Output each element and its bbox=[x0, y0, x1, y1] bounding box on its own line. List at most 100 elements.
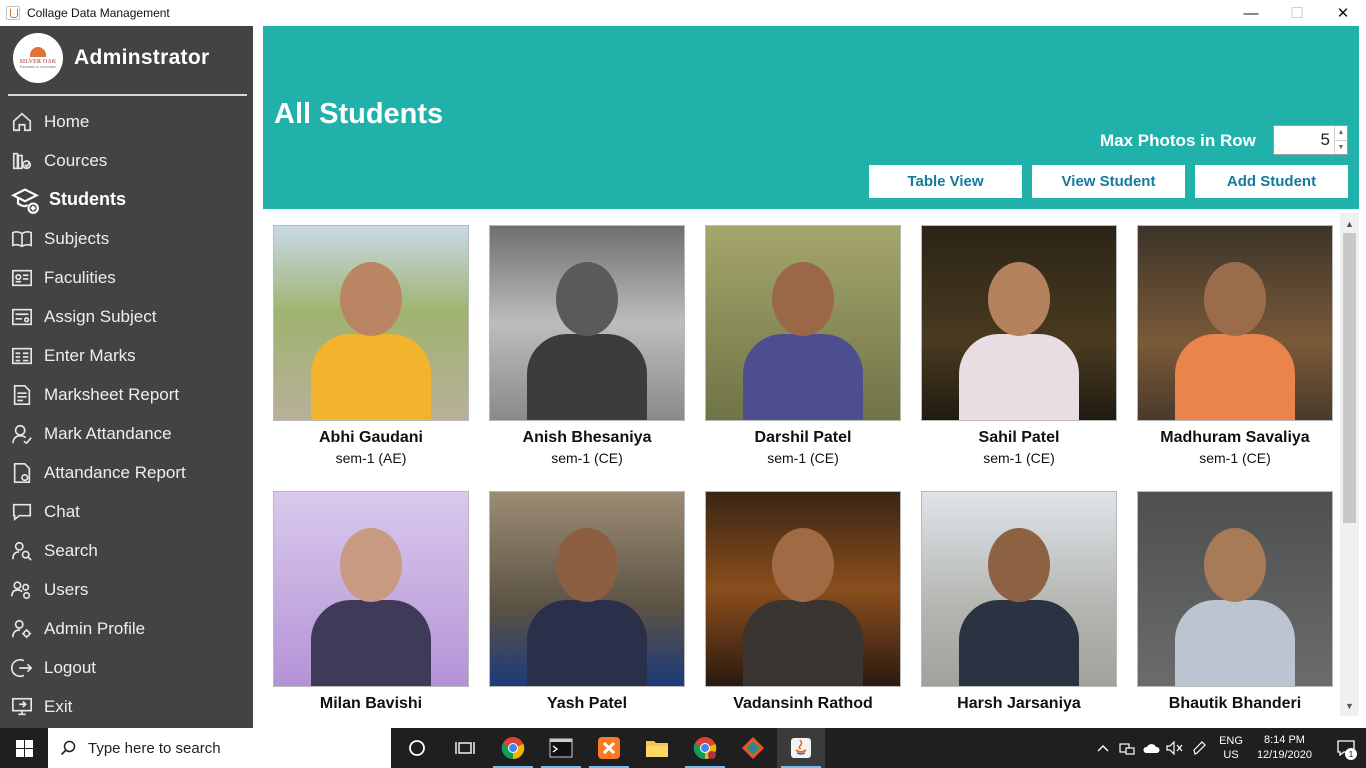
file-explorer-icon[interactable] bbox=[633, 728, 681, 768]
books-icon bbox=[10, 149, 34, 173]
view-student-button[interactable]: View Student bbox=[1032, 165, 1185, 198]
max-photos-spinner[interactable]: 5 ▲ ▼ bbox=[1273, 125, 1348, 155]
student-photo[interactable] bbox=[1137, 225, 1333, 421]
student-card[interactable]: Darshil Patel sem-1 (CE) bbox=[705, 225, 901, 466]
spinner-down-icon[interactable]: ▼ bbox=[1335, 139, 1347, 155]
taskbar-search[interactable]: Type here to search bbox=[48, 728, 391, 768]
photo-figure-body bbox=[527, 600, 647, 686]
terminal-icon[interactable] bbox=[537, 728, 585, 768]
volume-muted-icon[interactable] bbox=[1163, 728, 1187, 768]
scroll-down-icon[interactable]: ▼ bbox=[1340, 697, 1359, 714]
xampp-icon[interactable] bbox=[585, 728, 633, 768]
chrome-profile-icon[interactable] bbox=[681, 728, 729, 768]
sidebar-item-exit[interactable]: Exit bbox=[0, 687, 253, 726]
sidebar-item-home[interactable]: Home bbox=[0, 102, 253, 141]
exit-icon bbox=[10, 695, 34, 719]
title-bar: Collage Data Management — ☐ ✕ bbox=[0, 0, 1366, 26]
sidebar-item-subjects[interactable]: Subjects bbox=[0, 219, 253, 258]
student-card[interactable]: Bhautik Bhanderi bbox=[1137, 491, 1333, 716]
chrome-icon[interactable] bbox=[489, 728, 537, 768]
onedrive-icon[interactable] bbox=[1139, 728, 1163, 768]
student-photo[interactable] bbox=[1137, 491, 1333, 687]
git-kraken-icon[interactable] bbox=[729, 728, 777, 768]
notification-count-badge: 1 bbox=[1345, 748, 1357, 760]
notification-center-icon[interactable]: 1 bbox=[1326, 728, 1366, 768]
add-student-button[interactable]: Add Student bbox=[1195, 165, 1348, 198]
photo-figure-body bbox=[1175, 600, 1295, 686]
search-icon bbox=[60, 740, 76, 756]
student-card[interactable]: Milan Bavishi bbox=[273, 491, 469, 716]
minimize-button[interactable]: — bbox=[1228, 0, 1274, 26]
student-photo[interactable] bbox=[921, 225, 1117, 421]
logout-icon bbox=[10, 656, 34, 680]
student-name: Harsh Jarsaniya bbox=[957, 695, 1081, 712]
sidebar: SILVER OAK Education to Innovation Admin… bbox=[0, 26, 253, 728]
users-icon bbox=[10, 578, 34, 602]
task-view-icon[interactable] bbox=[441, 728, 489, 768]
max-photos-value[interactable]: 5 bbox=[1274, 126, 1334, 154]
sidebar-item-attandance-report[interactable]: Attandance Report bbox=[0, 453, 253, 492]
photo-figure-body bbox=[743, 334, 863, 420]
pen-ink-icon[interactable] bbox=[1187, 728, 1211, 768]
sidebar-item-marksheet-report[interactable]: Marksheet Report bbox=[0, 375, 253, 414]
cortana-icon[interactable] bbox=[393, 728, 441, 768]
student-card[interactable]: Abhi Gaudani sem-1 (AE) bbox=[273, 225, 469, 466]
student-photo[interactable] bbox=[705, 491, 901, 687]
page-title: All Students bbox=[274, 98, 444, 130]
header-band: All Students Max Photos in Row 5 ▲ ▼ Tab… bbox=[263, 26, 1359, 209]
student-card[interactable]: Anish Bhesaniya sem-1 (CE) bbox=[489, 225, 685, 466]
spinner-arrows: ▲ ▼ bbox=[1334, 126, 1347, 154]
student-photo[interactable] bbox=[489, 225, 685, 421]
gallery-scrollbar[interactable]: ▲ ▼ bbox=[1340, 213, 1359, 716]
photo-figure-head bbox=[556, 528, 618, 602]
student-card[interactable]: Harsh Jarsaniya bbox=[921, 491, 1117, 716]
student-card[interactable]: Yash Patel bbox=[489, 491, 685, 716]
sidebar-item-logout[interactable]: Logout bbox=[0, 648, 253, 687]
network-icon[interactable] bbox=[1115, 728, 1139, 768]
photo-figure-head bbox=[772, 262, 834, 336]
student-name: Yash Patel bbox=[546, 695, 628, 712]
student-card[interactable]: Sahil Patel sem-1 (CE) bbox=[921, 225, 1117, 466]
java-taskbar-icon[interactable] bbox=[777, 728, 825, 768]
start-button[interactable] bbox=[0, 728, 48, 768]
scroll-thumb[interactable] bbox=[1343, 233, 1356, 523]
sidebar-header: SILVER OAK Education to Innovation Admin… bbox=[0, 26, 253, 90]
photo-figure-head bbox=[340, 262, 402, 336]
spinner-up-icon[interactable]: ▲ bbox=[1335, 126, 1347, 140]
sidebar-item-enter-marks[interactable]: Enter Marks bbox=[0, 336, 253, 375]
sidebar-item-users[interactable]: Users bbox=[0, 570, 253, 609]
show-hidden-icons-icon[interactable] bbox=[1091, 728, 1115, 768]
sidebar-item-chat[interactable]: Chat bbox=[0, 492, 253, 531]
student-photo[interactable] bbox=[705, 225, 901, 421]
language-text: ENG bbox=[1219, 735, 1243, 747]
sidebar-item-assign-subject[interactable]: Assign Subject bbox=[0, 297, 253, 336]
photo-figure-head bbox=[1204, 262, 1266, 336]
student-photo[interactable] bbox=[921, 491, 1117, 687]
language-indicator[interactable]: ENG US bbox=[1219, 734, 1243, 762]
student-photo[interactable] bbox=[273, 491, 469, 687]
table-view-button[interactable]: Table View bbox=[869, 165, 1022, 198]
student-photo[interactable] bbox=[273, 225, 469, 421]
sidebar-item-students[interactable]: Students bbox=[0, 180, 253, 219]
graduation-cap-icon bbox=[10, 187, 40, 214]
taskbar-clock[interactable]: 8:14 PM 12/19/2020 bbox=[1257, 733, 1312, 763]
logo-subtext: Education to Innovation bbox=[19, 65, 57, 69]
clock-time: 8:14 PM bbox=[1263, 734, 1305, 746]
sidebar-item-search[interactable]: Search bbox=[0, 531, 253, 570]
photo-figure-body bbox=[1175, 334, 1295, 420]
sidebar-item-cources[interactable]: Cources bbox=[0, 141, 253, 180]
sidebar-item-mark-attandance[interactable]: Mark Attandance bbox=[0, 414, 253, 453]
assign-icon bbox=[10, 305, 34, 329]
maximize-button[interactable]: ☐ bbox=[1274, 0, 1320, 26]
sidebar-item-label: Home bbox=[44, 111, 90, 131]
student-card[interactable]: Madhuram Savaliya sem-1 (CE) bbox=[1137, 225, 1333, 466]
close-button[interactable]: ✕ bbox=[1320, 0, 1366, 26]
student-semester: sem-1 (CE) bbox=[551, 450, 623, 466]
sidebar-item-faculities[interactable]: Faculities bbox=[0, 258, 253, 297]
sidebar-item-admin-profile[interactable]: Admin Profile bbox=[0, 609, 253, 648]
student-name: Abhi Gaudani bbox=[319, 429, 423, 446]
student-card[interactable]: Vadansinh Rathod bbox=[705, 491, 901, 716]
student-photo[interactable] bbox=[489, 491, 685, 687]
scroll-up-icon[interactable]: ▲ bbox=[1340, 215, 1359, 232]
sidebar-item-label: Cources bbox=[44, 150, 108, 170]
